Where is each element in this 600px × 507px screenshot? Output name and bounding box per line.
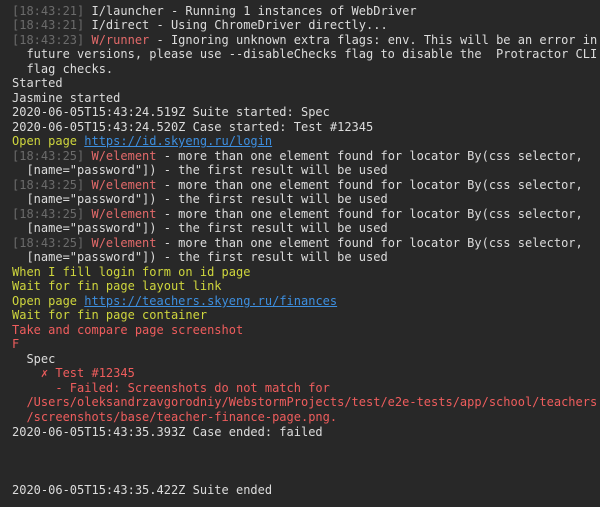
warning-tag: W/element (84, 236, 157, 250)
log-line-continuation: [name="password"]) - the first result wi… (12, 163, 388, 177)
timestamp: [18:43:25] (12, 236, 85, 250)
log-line: 2020-06-05T15:43:24.519Z Suite started: … (12, 105, 330, 119)
finances-url-link[interactable]: https://teachers.skyeng.ru/finances (84, 294, 337, 308)
step-line-failed: Take and compare page screenshot (12, 323, 244, 337)
log-text: I/launcher - Running 1 instances of WebD… (84, 4, 417, 18)
log-line-continuation: future versions, please use --disableChe… (12, 47, 598, 61)
fail-marker: F (12, 337, 20, 351)
log-line: [18:43:25] W/element - more than one ele… (12, 178, 583, 192)
log-text: I/direct - Using ChromeDriver directly..… (84, 18, 388, 32)
timestamp: [18:43:25] (12, 207, 85, 221)
log-line: [18:43:23] W/runner - Ignoring unknown e… (12, 33, 597, 47)
step-line: Wait for fin page container (12, 308, 208, 322)
log-line: [18:43:21] I/launcher - Running 1 instan… (12, 4, 417, 18)
log-line: [18:43:25] W/element - more than one ele… (12, 149, 583, 163)
warning-tag: W/element (84, 178, 157, 192)
warning-tag: W/element (84, 207, 157, 221)
log-line: 2020-06-05T15:43:35.422Z Suite ended (12, 483, 273, 497)
warning-tag: W/element (84, 149, 157, 163)
failure-message: - Failed: Screenshots do not match for (12, 381, 330, 395)
step-line: Wait for fin page layout link (12, 279, 222, 293)
log-line: 2020-06-05T15:43:35.393Z Case ended: fai… (12, 425, 323, 439)
timestamp: [18:43:21] (12, 18, 85, 32)
log-line-continuation: [name="password"]) - the first result wi… (12, 192, 388, 206)
log-line: [18:43:21] I/direct - Using ChromeDriver… (12, 18, 388, 32)
log-line: 2020-06-05T15:43:24.520Z Case started: T… (12, 120, 374, 134)
timestamp: [18:43:23] (12, 33, 85, 47)
log-line-continuation: [name="password"]) - the first result wi… (12, 250, 388, 264)
warning-tag: W/runner (84, 33, 150, 47)
step-text: Open page (12, 134, 85, 148)
log-line: Started (12, 76, 63, 90)
timestamp: [18:43:21] (12, 4, 85, 18)
timestamp: [18:43:25] (12, 149, 85, 163)
log-text: - Ignoring unknown extra flags: env. Thi… (149, 33, 598, 47)
log-line: Jasmine started (12, 91, 121, 105)
test-failed: ✗ Test #12345 (12, 366, 135, 380)
log-line-continuation: flag checks. (12, 62, 114, 76)
log-text: - more than one element found for locato… (156, 207, 583, 221)
log-text: - more than one element found for locato… (156, 149, 583, 163)
failure-path: /Users/oleksandrzavgorodniy/WebstormProj… (12, 395, 598, 409)
log-line-continuation: [name="password"]) - the first result wi… (12, 221, 388, 235)
log-line: Open page https://id.skyeng.ru/login (12, 134, 272, 148)
log-text: - more than one element found for locato… (156, 236, 583, 250)
spec-name: Spec (12, 352, 56, 366)
failure-path: /screenshots/base/teacher-finance-page.p… (12, 410, 338, 424)
log-line: Open page https://teachers.skyeng.ru/fin… (12, 294, 337, 308)
log-text: - more than one element found for locato… (156, 178, 583, 192)
terminal-output: [18:43:21] I/launcher - Running 1 instan… (0, 0, 600, 507)
login-url-link[interactable]: https://id.skyeng.ru/login (84, 134, 272, 148)
log-line: [18:43:25] W/element - more than one ele… (12, 236, 583, 250)
step-text: Open page (12, 294, 85, 308)
step-line: When I fill login form on id page (12, 265, 251, 279)
log-line: [18:43:25] W/element - more than one ele… (12, 207, 583, 221)
timestamp: [18:43:25] (12, 178, 85, 192)
